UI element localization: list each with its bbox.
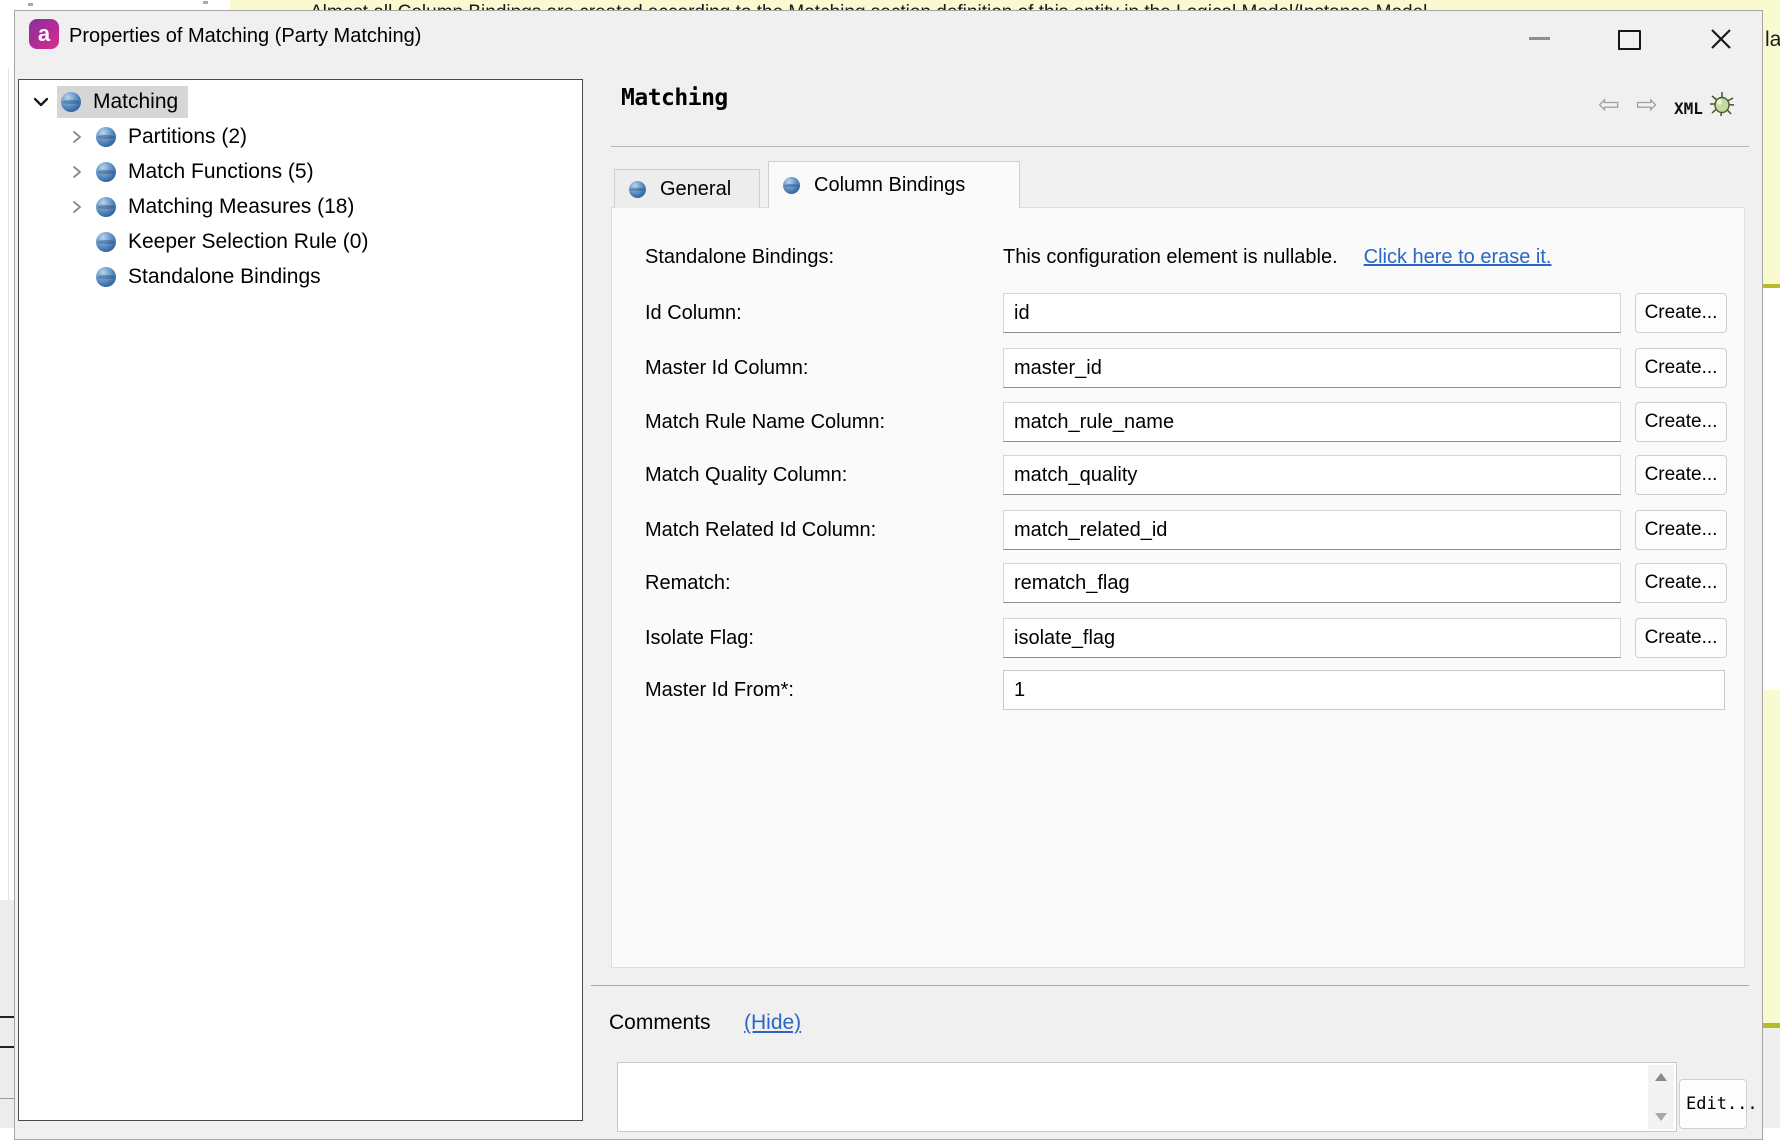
field-row: Master Id Column: Create...	[15, 348, 1762, 388]
create-button[interactable]: Create...	[1635, 618, 1727, 658]
title-bar[interactable]: a Properties of Matching (Party Matching…	[15, 11, 1762, 66]
create-button[interactable]: Create...	[1635, 348, 1727, 388]
chevron-right-icon[interactable]	[69, 161, 85, 183]
field-label: Isolate Flag:	[645, 618, 754, 658]
field-label: Id Column:	[645, 293, 742, 333]
tree-item[interactable]: Matching	[19, 84, 582, 119]
comments-label: Comments	[609, 1011, 711, 1035]
background-window-left-strip	[0, 900, 14, 1128]
standalone-bindings-row: Standalone Bindings: This configuration …	[15, 246, 1762, 276]
comments-scrollbar[interactable]	[1648, 1065, 1674, 1129]
create-button[interactable]: Create...	[1635, 510, 1727, 550]
field-label: Match Related Id Column:	[645, 510, 876, 550]
field-label: Standalone Bindings:	[645, 246, 834, 269]
field-label: Match Quality Column:	[645, 455, 847, 495]
entity-icon	[783, 177, 800, 194]
background-artifact	[203, 1, 208, 4]
field-input[interactable]	[1003, 510, 1621, 550]
field-row: Match Quality Column: Create...	[15, 455, 1762, 495]
comments-text	[624, 1067, 1642, 1127]
tree-item-body: Match Functions (5)	[92, 156, 324, 188]
chevron-right-icon[interactable]	[69, 126, 85, 148]
tree-item[interactable]: Partitions (2)	[19, 119, 582, 154]
entity-icon	[96, 197, 116, 217]
tab-label: Column Bindings	[814, 174, 965, 197]
background-window-left-strip	[8, 68, 9, 900]
nav-back-icon[interactable]: ⇦	[1598, 91, 1620, 117]
background-clipped-text: la	[1765, 28, 1780, 52]
field-input[interactable]	[1003, 402, 1621, 442]
background-window-strip: Almost all Column Bindings are created a…	[230, 0, 1780, 10]
scroll-up-icon[interactable]	[1655, 1073, 1667, 1081]
field-row: Match Related Id Column: Create...	[15, 510, 1762, 550]
chevron-down-icon[interactable]	[30, 91, 52, 113]
tab-column-bindings[interactable]: Column Bindings	[768, 161, 1020, 208]
tree-item-label: Match Functions (5)	[128, 160, 314, 184]
background-window-right-strip	[1763, 690, 1780, 1028]
tree-item[interactable]: Match Functions (5)	[19, 154, 582, 189]
tree-item-label: Matching Measures (18)	[128, 195, 354, 219]
field-label: Master Id Column:	[645, 348, 808, 388]
erase-link[interactable]: Click here to erase it.	[1364, 246, 1552, 269]
field-label: Match Rule Name Column:	[645, 402, 885, 442]
field-row: Master Id From*:	[15, 670, 1762, 710]
background-clipped-text: Almost all Column Bindings are created a…	[310, 2, 1427, 10]
tree-item-body: Matching	[57, 86, 188, 118]
edit-comments-button[interactable]: Edit...	[1679, 1079, 1747, 1129]
field-input[interactable]	[1003, 293, 1621, 333]
field-input[interactable]	[1003, 618, 1621, 658]
detail-title: Matching	[621, 85, 728, 111]
comments-textarea[interactable]	[617, 1062, 1677, 1132]
field-row: Rematch: Create...	[15, 563, 1762, 603]
field-label: Rematch:	[645, 563, 731, 603]
tab-label: General	[660, 178, 731, 201]
field-row: Isolate Flag: Create...	[15, 618, 1762, 658]
properties-dialog: a Properties of Matching (Party Matching…	[14, 10, 1763, 1140]
create-button[interactable]: Create...	[1635, 563, 1727, 603]
entity-icon	[629, 181, 646, 198]
nav-forward-icon[interactable]: ⇨	[1636, 91, 1658, 117]
scroll-down-icon[interactable]	[1655, 1113, 1667, 1121]
chevron-right-icon[interactable]	[69, 196, 85, 218]
tree-item[interactable]: Matching Measures (18)	[19, 189, 582, 224]
tree-item-label: Matching	[93, 90, 178, 114]
nullable-message: This configuration element is nullable.	[1003, 246, 1338, 269]
entity-icon	[61, 92, 81, 112]
close-icon	[1710, 28, 1732, 50]
xml-view-button[interactable]: XML	[1674, 99, 1703, 118]
background-artifact	[28, 3, 33, 6]
maximize-button[interactable]	[1618, 30, 1641, 50]
window-title: Properties of Matching (Party Matching)	[69, 25, 421, 48]
app-logo-icon: a	[29, 19, 59, 49]
screen: Almost all Column Bindings are created a…	[0, 0, 1780, 1128]
field-input[interactable]	[1003, 455, 1621, 495]
entity-icon	[96, 127, 116, 147]
field-label: Master Id From*:	[645, 670, 794, 710]
tree-item-body: Matching Measures (18)	[92, 191, 364, 223]
tree-item-label: Partitions (2)	[128, 125, 247, 149]
field-row: Match Rule Name Column: Create...	[15, 402, 1762, 442]
field-input[interactable]	[1003, 563, 1621, 603]
create-button[interactable]: Create...	[1635, 455, 1727, 495]
entity-icon	[96, 162, 116, 182]
comments-divider	[591, 985, 1749, 986]
create-button[interactable]: Create...	[1635, 293, 1727, 333]
tab-general[interactable]: General	[614, 169, 760, 208]
validate-bug-icon[interactable]	[1709, 91, 1735, 117]
comments-hide-link[interactable]: (Hide)	[744, 1011, 801, 1035]
header-divider	[611, 146, 1749, 147]
field-input[interactable]	[1003, 348, 1621, 388]
background-window-right-strip: la	[1763, 0, 1780, 288]
background-window-right-strip	[1763, 1028, 1780, 1128]
field-row: Id Column: Create...	[15, 293, 1762, 333]
tree-item-body: Partitions (2)	[92, 121, 257, 153]
minimize-button[interactable]	[1529, 37, 1550, 40]
field-input[interactable]	[1003, 670, 1725, 710]
close-button[interactable]	[1710, 28, 1732, 50]
background-window-left-strip	[0, 1098, 14, 1099]
create-button[interactable]: Create...	[1635, 402, 1727, 442]
